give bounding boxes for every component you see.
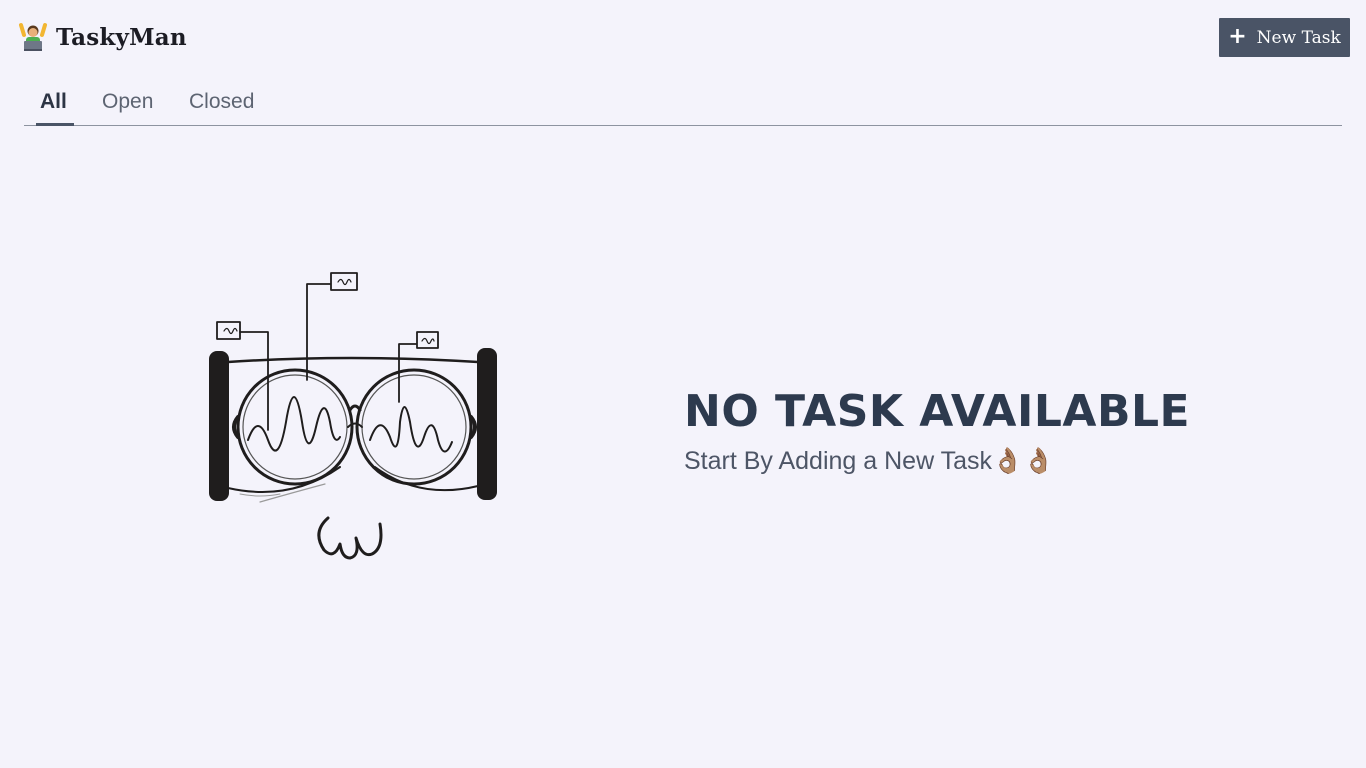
tab-closed[interactable]: Closed: [189, 90, 254, 114]
plus-icon: +: [1228, 23, 1247, 49]
tab-open[interactable]: Open: [102, 90, 153, 114]
app-header: TaskyMan + New Task: [0, 0, 1366, 80]
empty-state-subtitle: Start By Adding a New Task👌🏽👌🏽: [684, 447, 1055, 475]
new-task-label: New Task: [1256, 27, 1341, 48]
empty-state-title: NO TASK AVAILABLE: [684, 386, 1191, 437]
tab-all[interactable]: All: [40, 90, 67, 114]
brand[interactable]: TaskyMan: [18, 22, 187, 52]
new-task-button[interactable]: + New Task: [1219, 18, 1350, 57]
person-raising-hands-icon: [18, 22, 48, 52]
task-filter-tabs: All Open Closed: [24, 86, 1342, 126]
active-tab-indicator: [36, 123, 74, 126]
glasses-doodle-illustration: [200, 262, 510, 567]
app-name: TaskyMan: [56, 23, 187, 51]
